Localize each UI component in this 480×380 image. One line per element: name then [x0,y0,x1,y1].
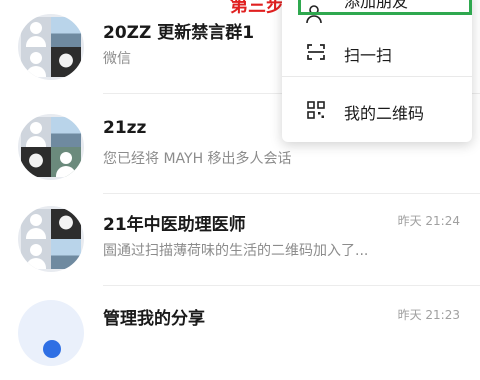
menu-item-my-qr-code[interactable]: 我的二维码 [282,86,472,136]
chat-row[interactable]: 管理我的分享 昨天 21:23 [0,284,480,380]
menu-item-label: 扫一扫 [344,46,393,65]
chat-time: 昨天 21:24 [397,214,460,228]
chat-name: 21年中医助理医师 [103,215,246,235]
group-avatar [18,114,84,180]
step-annotation: 第三步 [230,0,284,17]
popup-menu: 添加朋友 扫一扫 我的二维码 [282,0,472,142]
chat-time: 昨天 21:23 [397,308,460,322]
chat-row[interactable]: 21年中医助理医师 圄通过扫描薄荷味的生活的二维码加入了... 昨天 21:24 [0,190,480,286]
share-icon [43,340,61,358]
group-avatar [18,14,84,80]
menu-divider [282,76,472,77]
chat-name: 21zz [103,118,147,138]
menu-item-scan[interactable]: 扫一扫 [282,28,472,78]
scan-icon [307,44,325,60]
share-avatar [18,300,84,366]
menu-item-label: 我的二维码 [344,104,425,123]
highlight-box [298,0,472,15]
chat-name: 管理我的分享 [103,309,205,329]
chat-preview: 圄通过扫描薄荷味的生活的二维码加入了... [103,243,369,259]
qr-code-icon [307,101,325,119]
chat-name: 20ZZ 更新禁言群1 [103,23,255,43]
chat-preview: 微信 [103,51,131,67]
group-avatar [18,206,84,272]
chat-preview: 您已经将 MAYH 移出多人会话 [103,151,292,167]
